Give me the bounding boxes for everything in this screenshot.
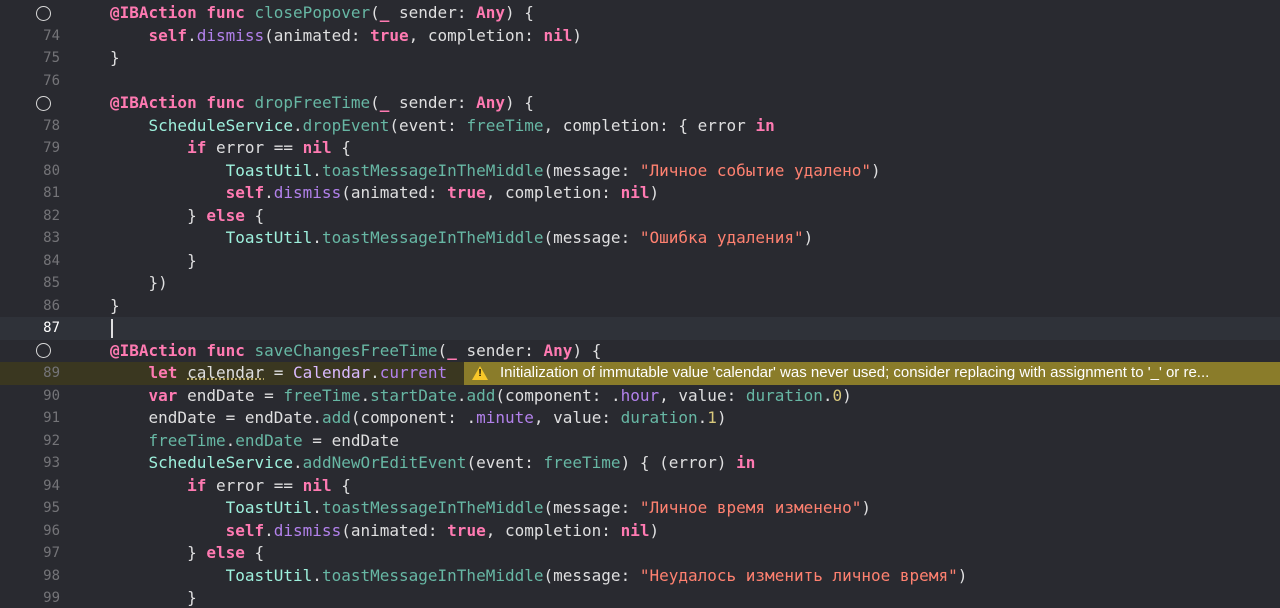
code-line[interactable]: 86 }: [0, 295, 1280, 318]
line-number: 78: [43, 117, 60, 134]
method-circle-icon[interactable]: [36, 5, 51, 21]
code-line[interactable]: 79 if error == nil {: [0, 137, 1280, 160]
code-line[interactable]: @IBAction func saveChangesFreeTime(_ sen…: [0, 340, 1280, 363]
code-line[interactable]: 92 freeTime.endDate = endDate: [0, 430, 1280, 453]
code-text[interactable]: self.dismiss(animated: true, completion:…: [110, 520, 660, 543]
line-number: 85: [43, 275, 60, 291]
line-number: 76: [43, 72, 60, 89]
code-line[interactable]: 80 ToastUtil.toastMessageInTheMiddle(mes…: [0, 160, 1280, 183]
line-number: 98: [43, 567, 60, 584]
code-text[interactable]: ToastUtil.toastMessageInTheMiddle(messag…: [110, 160, 881, 183]
code-text[interactable]: ToastUtil.toastMessageInTheMiddle(messag…: [110, 565, 968, 588]
warning-message: Initialization of immutable value 'calen…: [500, 364, 1210, 381]
code-text[interactable]: @IBAction func closePopover(_ sender: An…: [110, 2, 534, 25]
line-number: 86: [43, 297, 60, 314]
code-line[interactable]: 85 }): [0, 272, 1280, 295]
code-line[interactable]: 83 ToastUtil.toastMessageInTheMiddle(mes…: [0, 227, 1280, 250]
line-number: 94: [43, 477, 60, 494]
line-number: [0, 92, 60, 115]
line-number: [0, 340, 60, 363]
code-line-warning[interactable]: 89 let calendar = Calendar.current ! Ini…: [0, 362, 1280, 385]
text-cursor: [111, 319, 113, 338]
code-text[interactable]: @IBAction func dropFreeTime(_ sender: An…: [110, 92, 534, 115]
line-number: 91: [43, 410, 60, 426]
code-line[interactable]: 90 var endDate = freeTime.startDate.add(…: [0, 385, 1280, 408]
line-number: 87: [43, 320, 60, 336]
line-number: 80: [43, 162, 60, 179]
inline-warning-banner[interactable]: ! Initialization of immutable value 'cal…: [464, 362, 1280, 385]
line-number: [0, 2, 60, 25]
line-number: 83: [43, 230, 60, 246]
line-number: 97: [43, 545, 60, 561]
code-line[interactable]: 82 } else {: [0, 205, 1280, 228]
line-number: 95: [43, 500, 60, 516]
code-line[interactable]: 91 endDate = endDate.add(component: .min…: [0, 407, 1280, 430]
line-number: 92: [43, 432, 60, 449]
method-circle-icon[interactable]: [36, 343, 51, 358]
code-line[interactable]: 76: [0, 70, 1280, 93]
code-text[interactable]: }: [110, 295, 120, 318]
code-text[interactable]: self.dismiss(animated: true, completion:…: [110, 182, 660, 205]
code-line[interactable]: @IBAction func dropFreeTime(_ sender: An…: [0, 92, 1280, 115]
code-text[interactable]: } else {: [110, 542, 264, 565]
code-text[interactable]: }: [110, 587, 197, 608]
code-text[interactable]: ToastUtil.toastMessageInTheMiddle(messag…: [110, 497, 871, 520]
line-number: 99: [43, 590, 60, 606]
code-line[interactable]: @IBAction func closePopover(_ sender: An…: [0, 2, 1280, 25]
code-text[interactable]: freeTime.endDate = endDate: [110, 430, 399, 453]
line-number: 81: [43, 185, 60, 201]
code-text[interactable]: @IBAction func saveChangesFreeTime(_ sen…: [110, 340, 601, 363]
code-text[interactable]: var endDate = freeTime.startDate.add(com…: [110, 385, 852, 408]
line-number: 93: [43, 455, 60, 471]
code-line[interactable]: 84 }: [0, 250, 1280, 273]
code-text[interactable]: ToastUtil.toastMessageInTheMiddle(messag…: [110, 227, 814, 250]
line-number: 75: [43, 50, 60, 66]
code-line[interactable]: 75 }: [0, 47, 1280, 70]
code-text[interactable]: }): [110, 272, 168, 295]
code-line[interactable]: 78 ScheduleService.dropEvent(event: free…: [0, 115, 1280, 138]
code-line[interactable]: 94 if error == nil {: [0, 475, 1280, 498]
line-number: 89: [43, 365, 60, 381]
code-line[interactable]: 74 self.dismiss(animated: true, completi…: [0, 25, 1280, 48]
code-line[interactable]: 96 self.dismiss(animated: true, completi…: [0, 520, 1280, 543]
line-number: 90: [43, 387, 60, 404]
warning-exclamation: !: [478, 368, 482, 379]
code-text[interactable]: }: [110, 250, 197, 273]
code-text[interactable]: ScheduleService.dropEvent(event: freeTim…: [110, 115, 775, 138]
code-text[interactable]: let calendar = Calendar.current: [110, 362, 448, 385]
method-circle-icon[interactable]: [36, 95, 51, 111]
code-text[interactable]: } else {: [110, 205, 264, 228]
code-text[interactable]: }: [110, 47, 120, 70]
line-number: 74: [43, 27, 60, 44]
code-line[interactable]: 95 ToastUtil.toastMessageInTheMiddle(mes…: [0, 497, 1280, 520]
line-number: 84: [43, 252, 60, 269]
line-number: 96: [43, 522, 60, 539]
code-text[interactable]: self.dismiss(animated: true, completion:…: [110, 25, 583, 48]
code-line[interactable]: 93 ScheduleService.addNewOrEditEvent(eve…: [0, 452, 1280, 475]
code-text[interactable]: if error == nil {: [110, 137, 351, 160]
code-line[interactable]: 97 } else {: [0, 542, 1280, 565]
line-number: 82: [43, 207, 60, 224]
code-text[interactable]: ScheduleService.addNewOrEditEvent(event:…: [110, 452, 756, 475]
code-line[interactable]: 99 }: [0, 587, 1280, 608]
code-text[interactable]: if error == nil {: [110, 475, 351, 498]
code-line[interactable]: 81 self.dismiss(animated: true, completi…: [0, 182, 1280, 205]
code-editor[interactable]: @IBAction func closePopover(_ sender: An…: [0, 0, 1280, 608]
code-line[interactable]: 98 ToastUtil.toastMessageInTheMiddle(mes…: [0, 565, 1280, 588]
code-line-active[interactable]: 87: [0, 317, 1280, 340]
code-text[interactable]: endDate = endDate.add(component: .minute…: [110, 407, 727, 430]
line-number: 79: [43, 140, 60, 156]
